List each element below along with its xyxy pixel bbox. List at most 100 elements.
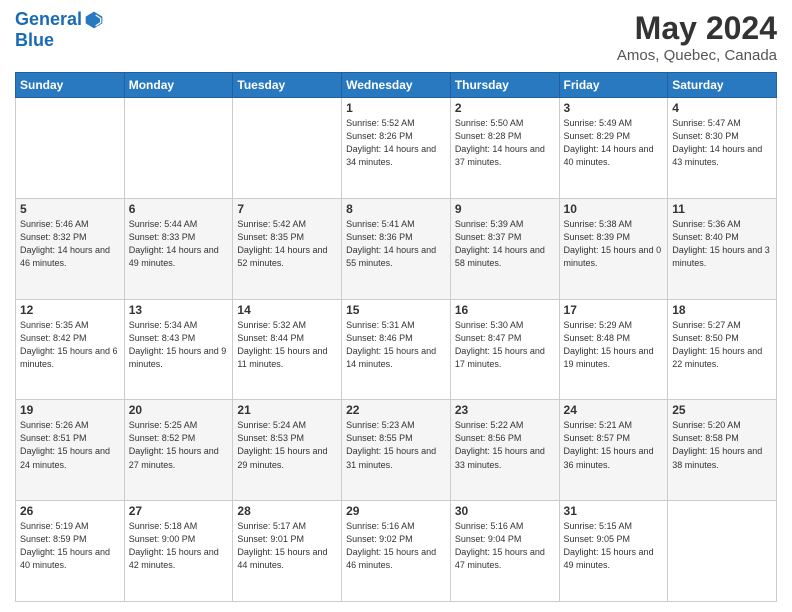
day-info: Sunrise: 5:41 AMSunset: 8:36 PMDaylight:… (346, 218, 446, 270)
calendar-cell-0-0 (16, 98, 125, 199)
calendar-cell-2-3: 15Sunrise: 5:31 AMSunset: 8:46 PMDayligh… (342, 299, 451, 400)
logo-blue: Blue (15, 30, 104, 51)
calendar-title: May 2024 (617, 10, 777, 47)
calendar-week-0: 1 Sunrise: 5:52 AMSunset: 8:26 PMDaylight… (16, 98, 777, 199)
day-info: Sunrise: 5:30 AMSunset: 8:47 PMDaylight:… (455, 319, 555, 371)
day-number: 13 (129, 303, 229, 317)
logo-icon (84, 10, 104, 30)
calendar-cell-1-4: 9 Sunrise: 5:39 AMSunset: 8:37 PMDaylight… (450, 198, 559, 299)
calendar-cell-0-2 (233, 98, 342, 199)
day-info: Sunrise: 5:19 AMSunset: 8:59 PMDaylight:… (20, 520, 120, 572)
day-number: 19 (20, 403, 120, 417)
day-number: 29 (346, 504, 446, 518)
calendar-cell-0-6: 4 Sunrise: 5:47 AMSunset: 8:30 PMDaylight… (668, 98, 777, 199)
calendar-cell-1-5: 10 Sunrise: 5:38 AMSunset: 8:39 PMDayligh… (559, 198, 668, 299)
day-info: Sunrise: 5:34 AMSunset: 8:43 PMDaylight:… (129, 319, 229, 371)
calendar-cell-4-5: 31 Sunrise: 5:15 AMSunset: 9:05 PMDayligh… (559, 501, 668, 602)
calendar-cell-4-2: 28 Sunrise: 5:17 AMSunset: 9:01 PMDayligh… (233, 501, 342, 602)
day-info: Sunrise: 5:42 AMSunset: 8:35 PMDaylight:… (237, 218, 337, 270)
calendar-cell-2-0: 12Sunrise: 5:35 AMSunset: 8:42 PMDayligh… (16, 299, 125, 400)
calendar-cell-3-6: 25 Sunrise: 5:20 AMSunset: 8:58 PMDayligh… (668, 400, 777, 501)
day-info: Sunrise: 5:38 AMSunset: 8:39 PMDaylight:… (564, 218, 664, 270)
day-number: 7 (237, 202, 337, 216)
header-row: Sunday Monday Tuesday Wednesday Thursday… (16, 73, 777, 98)
day-number: 24 (564, 403, 664, 417)
day-number: 2 (455, 101, 555, 115)
day-number: 30 (455, 504, 555, 518)
calendar-cell-4-4: 30Sunrise: 5:16 AMSunset: 9:04 PMDayligh… (450, 501, 559, 602)
day-number: 9 (455, 202, 555, 216)
page: General Blue May 2024 Amos, Quebec, Cana… (0, 0, 792, 612)
calendar-cell-3-4: 23 Sunrise: 5:22 AMSunset: 8:56 PMDayligh… (450, 400, 559, 501)
col-tuesday: Tuesday (233, 73, 342, 98)
calendar-week-2: 12Sunrise: 5:35 AMSunset: 8:42 PMDayligh… (16, 299, 777, 400)
day-info: Sunrise: 5:16 AMSunset: 9:02 PMDaylight:… (346, 520, 446, 572)
day-info: Sunrise: 5:20 AMSunset: 8:58 PMDaylight:… (672, 419, 772, 471)
day-info: Sunrise: 5:46 AMSunset: 8:32 PMDaylight:… (20, 218, 120, 270)
day-number: 17 (564, 303, 664, 317)
calendar-table: Sunday Monday Tuesday Wednesday Thursday… (15, 72, 777, 602)
day-info: Sunrise: 5:52 AMSunset: 8:26 PMDaylight:… (346, 117, 446, 169)
calendar-cell-2-6: 18Sunrise: 5:27 AMSunset: 8:50 PMDayligh… (668, 299, 777, 400)
calendar-cell-4-6 (668, 501, 777, 602)
day-info: Sunrise: 5:36 AMSunset: 8:40 PMDaylight:… (672, 218, 772, 270)
col-saturday: Saturday (668, 73, 777, 98)
day-info: Sunrise: 5:50 AMSunset: 8:28 PMDaylight:… (455, 117, 555, 169)
day-number: 4 (672, 101, 772, 115)
calendar-cell-1-3: 8Sunrise: 5:41 AMSunset: 8:36 PMDaylight… (342, 198, 451, 299)
day-info: Sunrise: 5:35 AMSunset: 8:42 PMDaylight:… (20, 319, 120, 371)
calendar-cell-0-1 (124, 98, 233, 199)
day-number: 1 (346, 101, 446, 115)
calendar-cell-2-4: 16 Sunrise: 5:30 AMSunset: 8:47 PMDayligh… (450, 299, 559, 400)
calendar-cell-2-5: 17 Sunrise: 5:29 AMSunset: 8:48 PMDayligh… (559, 299, 668, 400)
calendar-cell-1-6: 11 Sunrise: 5:36 AMSunset: 8:40 PMDayligh… (668, 198, 777, 299)
calendar-cell-2-1: 13 Sunrise: 5:34 AMSunset: 8:43 PMDayligh… (124, 299, 233, 400)
day-info: Sunrise: 5:25 AMSunset: 8:52 PMDaylight:… (129, 419, 229, 471)
calendar-cell-1-0: 5Sunrise: 5:46 AMSunset: 8:32 PMDaylight… (16, 198, 125, 299)
calendar-cell-4-3: 29 Sunrise: 5:16 AMSunset: 9:02 PMDayligh… (342, 501, 451, 602)
calendar-subtitle: Amos, Quebec, Canada (617, 47, 777, 64)
calendar-week-4: 26 Sunrise: 5:19 AMSunset: 8:59 PMDayligh… (16, 501, 777, 602)
calendar-week-3: 19Sunrise: 5:26 AMSunset: 8:51 PMDayligh… (16, 400, 777, 501)
day-number: 25 (672, 403, 772, 417)
calendar-cell-3-3: 22Sunrise: 5:23 AMSunset: 8:55 PMDayligh… (342, 400, 451, 501)
col-thursday: Thursday (450, 73, 559, 98)
day-info: Sunrise: 5:21 AMSunset: 8:57 PMDaylight:… (564, 419, 664, 471)
title-block: May 2024 Amos, Quebec, Canada (617, 10, 777, 64)
logo-text: General (15, 10, 82, 30)
day-info: Sunrise: 5:27 AMSunset: 8:50 PMDaylight:… (672, 319, 772, 371)
calendar-cell-0-5: 3Sunrise: 5:49 AMSunset: 8:29 PMDaylight… (559, 98, 668, 199)
day-number: 15 (346, 303, 446, 317)
day-info: Sunrise: 5:22 AMSunset: 8:56 PMDaylight:… (455, 419, 555, 471)
day-number: 11 (672, 202, 772, 216)
day-info: Sunrise: 5:18 AMSunset: 9:00 PMDaylight:… (129, 520, 229, 572)
calendar-cell-3-1: 20 Sunrise: 5:25 AMSunset: 8:52 PMDayligh… (124, 400, 233, 501)
day-info: Sunrise: 5:29 AMSunset: 8:48 PMDaylight:… (564, 319, 664, 371)
day-info: Sunrise: 5:32 AMSunset: 8:44 PMDaylight:… (237, 319, 337, 371)
day-info: Sunrise: 5:47 AMSunset: 8:30 PMDaylight:… (672, 117, 772, 169)
day-info: Sunrise: 5:17 AMSunset: 9:01 PMDaylight:… (237, 520, 337, 572)
day-number: 28 (237, 504, 337, 518)
day-info: Sunrise: 5:49 AMSunset: 8:29 PMDaylight:… (564, 117, 664, 169)
day-number: 23 (455, 403, 555, 417)
calendar-cell-3-2: 21 Sunrise: 5:24 AMSunset: 8:53 PMDayligh… (233, 400, 342, 501)
calendar-cell-0-3: 1 Sunrise: 5:52 AMSunset: 8:26 PMDaylight… (342, 98, 451, 199)
col-wednesday: Wednesday (342, 73, 451, 98)
calendar-cell-4-0: 26 Sunrise: 5:19 AMSunset: 8:59 PMDayligh… (16, 501, 125, 602)
calendar-cell-3-0: 19Sunrise: 5:26 AMSunset: 8:51 PMDayligh… (16, 400, 125, 501)
day-number: 16 (455, 303, 555, 317)
day-info: Sunrise: 5:39 AMSunset: 8:37 PMDaylight:… (455, 218, 555, 270)
day-number: 21 (237, 403, 337, 417)
day-number: 26 (20, 504, 120, 518)
day-number: 14 (237, 303, 337, 317)
day-info: Sunrise: 5:44 AMSunset: 8:33 PMDaylight:… (129, 218, 229, 270)
col-friday: Friday (559, 73, 668, 98)
day-info: Sunrise: 5:15 AMSunset: 9:05 PMDaylight:… (564, 520, 664, 572)
day-number: 20 (129, 403, 229, 417)
day-number: 10 (564, 202, 664, 216)
calendar-cell-1-1: 6Sunrise: 5:44 AMSunset: 8:33 PMDaylight… (124, 198, 233, 299)
calendar-cell-1-2: 7 Sunrise: 5:42 AMSunset: 8:35 PMDaylight… (233, 198, 342, 299)
day-number: 31 (564, 504, 664, 518)
day-info: Sunrise: 5:24 AMSunset: 8:53 PMDaylight:… (237, 419, 337, 471)
day-info: Sunrise: 5:23 AMSunset: 8:55 PMDaylight:… (346, 419, 446, 471)
